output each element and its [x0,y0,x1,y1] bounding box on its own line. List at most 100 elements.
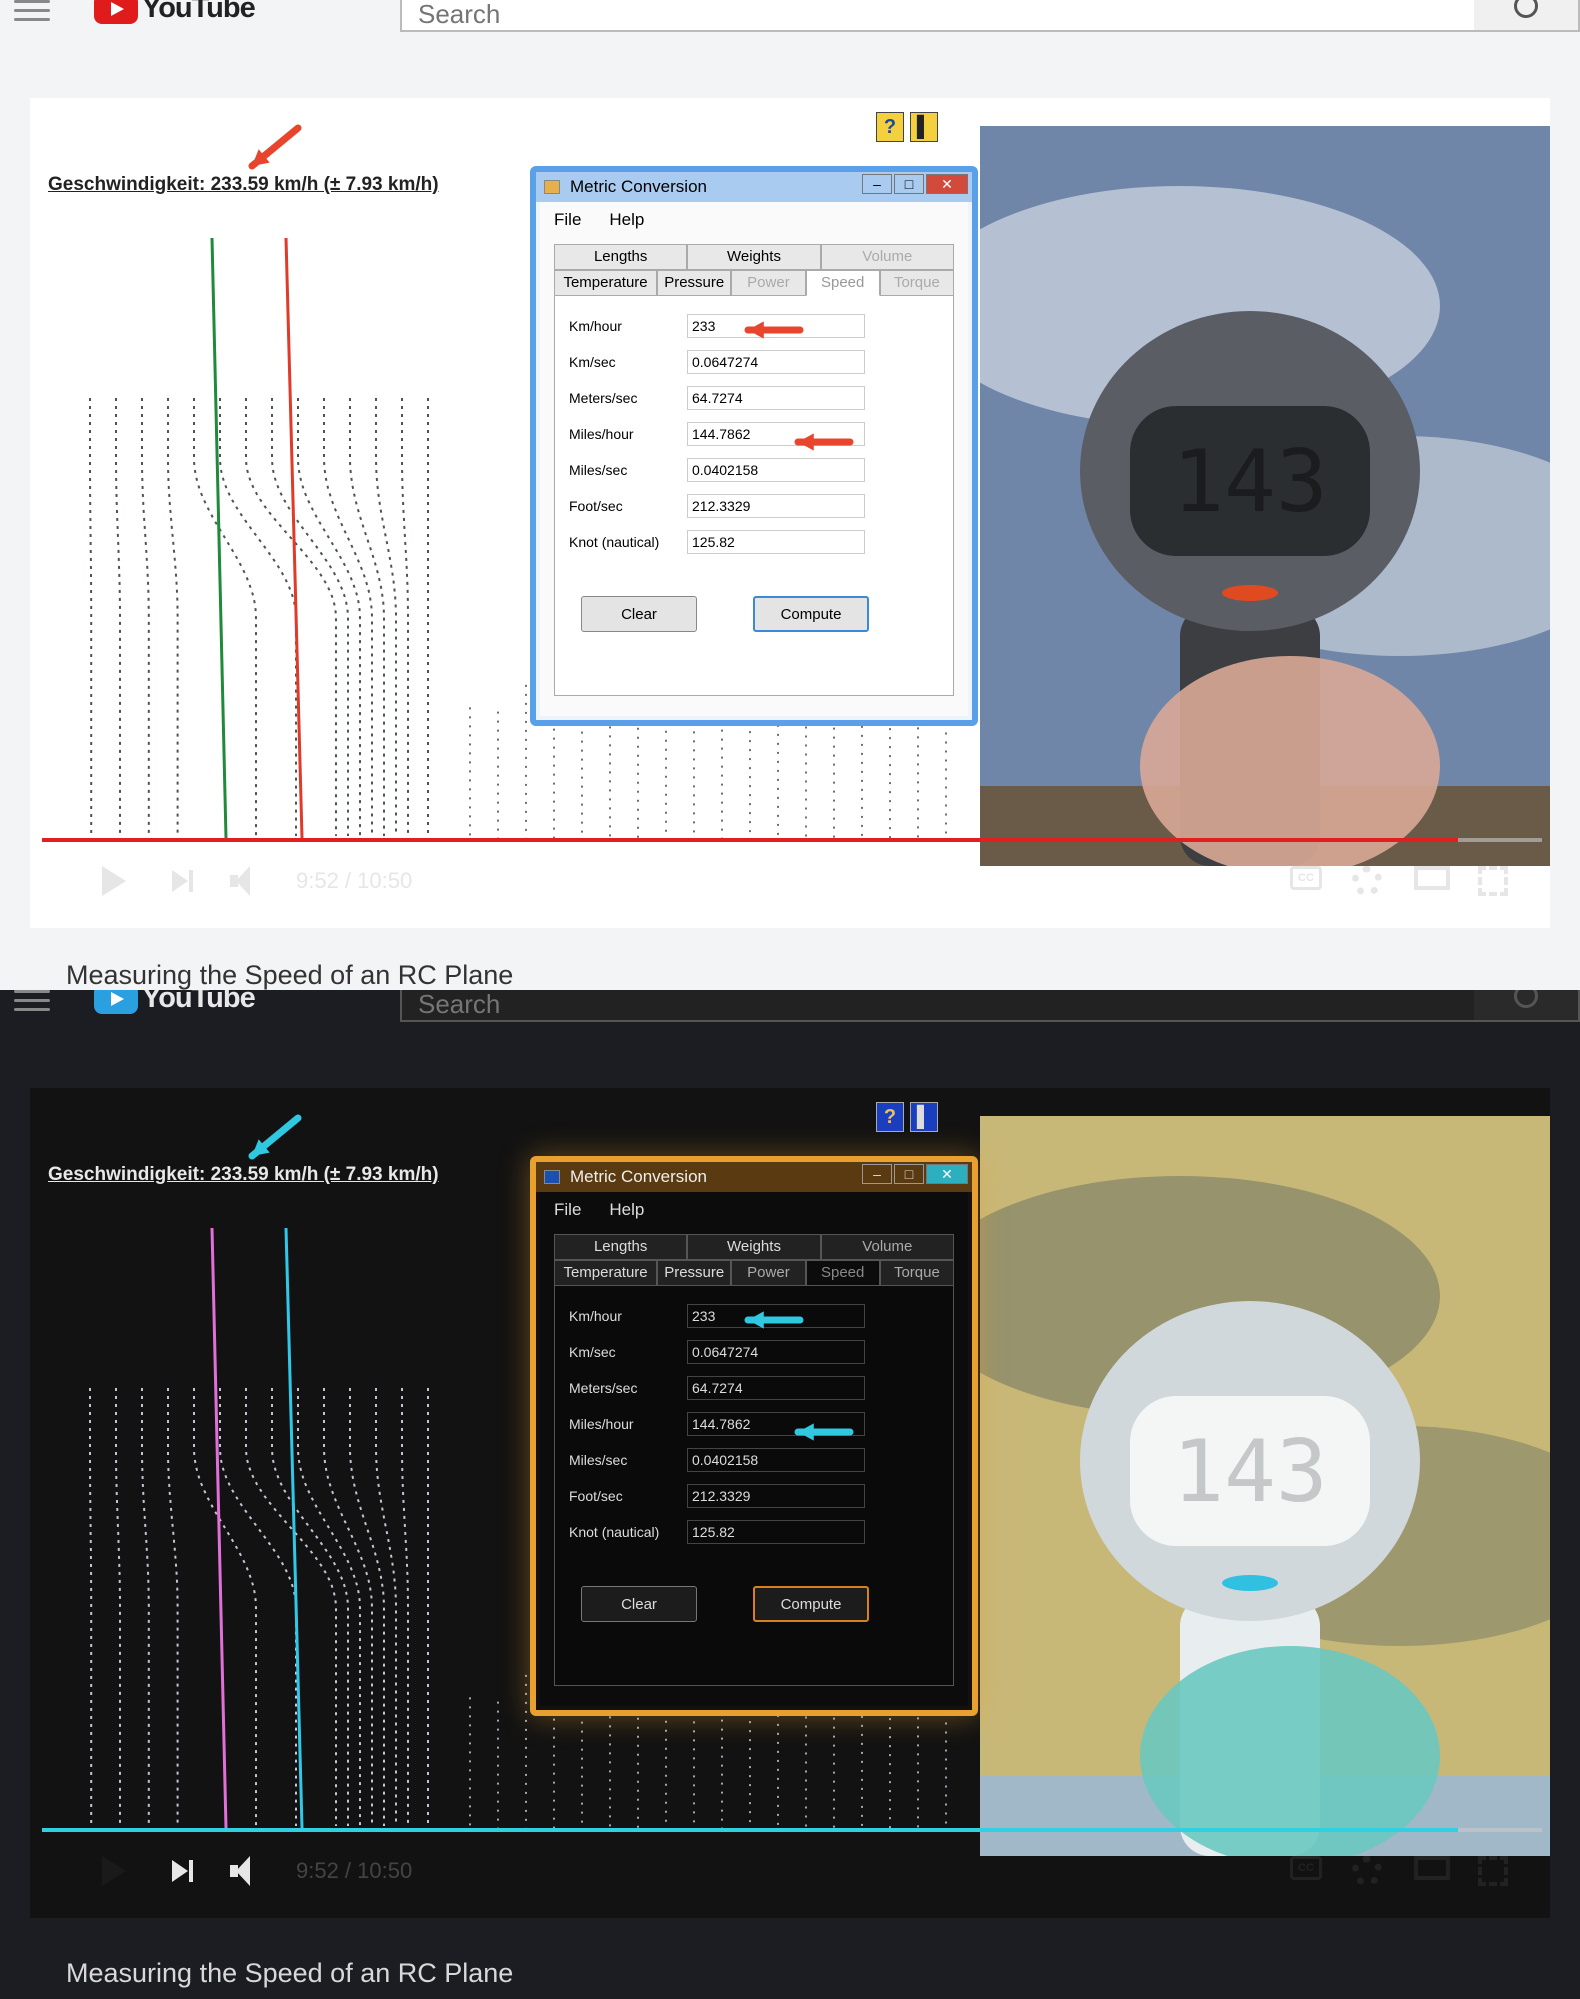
exit-button[interactable]: ▌ [910,1102,938,1132]
mph-input[interactable] [687,422,865,446]
menu-help[interactable]: Help [609,1200,644,1220]
volume-icon[interactable] [230,1856,264,1886]
player-controls: 9:52 / 10:50 CC [30,838,1550,928]
maximize-button[interactable]: □ [894,1164,924,1184]
close-button[interactable]: ✕ [926,1164,968,1184]
close-button[interactable]: ✕ [926,174,968,194]
tab-lengths[interactable]: Lengths [554,1234,688,1260]
next-icon[interactable] [172,1856,196,1886]
field-row-knot: Knot (nautical) [569,524,939,560]
next-icon[interactable] [172,866,196,896]
volume-icon[interactable] [230,866,264,896]
fps-input[interactable] [687,494,865,518]
youtube-play-logo-icon [94,990,138,1014]
kmh-input[interactable] [687,1304,865,1328]
tab-pressure[interactable]: Pressure [657,270,732,296]
theater-mode-icon[interactable] [1414,1856,1450,1880]
ms-input[interactable] [687,1376,865,1400]
dialog-titlebar[interactable]: Metric Conversion – □ ✕ [536,1162,972,1192]
progress-fill [42,1828,1458,1832]
wave-dot-line [271,398,349,836]
gear-icon[interactable] [1352,866,1382,896]
captions-icon[interactable]: CC [1290,1856,1322,1880]
minimize-button[interactable]: – [862,1164,892,1184]
wave-dot-line [219,1388,297,1826]
compute-button[interactable]: Compute [753,1586,869,1622]
tab-torque[interactable]: Torque [879,1260,954,1286]
tab-torque[interactable]: Torque [879,270,954,296]
hamburger-menu-icon[interactable] [14,0,50,24]
kmh-label: Km/hour [569,318,622,334]
mps-input[interactable] [687,1448,865,1472]
wave-dot-line [349,1388,385,1826]
video-player[interactable]: Geschwindigkeit: 233.59 km/h (± 7.93 km/… [30,98,1550,928]
kms-input[interactable] [687,1340,865,1364]
knot-input[interactable] [687,530,865,554]
search-button[interactable] [1474,0,1580,32]
search-box[interactable] [400,0,1476,32]
app-icon [544,1170,560,1184]
help-button[interactable]: ? [876,1102,904,1132]
tab-temperature[interactable]: Temperature [554,270,658,296]
theater-mode-icon[interactable] [1414,866,1450,890]
time-display: 9:52 / 10:50 [296,1858,413,1883]
minimize-button[interactable]: – [862,174,892,194]
tab-volume[interactable]: Volume [820,1234,954,1260]
hamburger-menu-icon[interactable] [14,990,50,1014]
player-controls: 9:52 / 10:50 CC [30,1828,1550,1918]
search-box[interactable] [400,990,1476,1022]
search-button[interactable] [1474,990,1580,1022]
play-icon[interactable] [102,866,126,896]
play-icon[interactable] [102,1856,126,1886]
mps-input[interactable] [687,458,865,482]
dialog-titlebar[interactable]: Metric Conversion – □ ✕ [536,172,972,202]
search-input[interactable] [402,990,1474,1020]
youtube-logo[interactable]: YouTube [94,0,256,25]
fullscreen-icon[interactable] [1478,1856,1508,1886]
tab-speed[interactable]: Speed [805,270,880,296]
knot-input[interactable] [687,1520,865,1544]
youtube-logo[interactable]: YouTube [94,990,256,1015]
fullscreen-icon[interactable] [1478,866,1508,896]
captions-icon[interactable]: CC [1290,866,1322,890]
search-input[interactable] [402,0,1474,30]
tab-volume[interactable]: Volume [820,244,954,270]
compute-button[interactable]: Compute [753,596,869,632]
gear-icon[interactable] [1352,1856,1382,1886]
app-icon [544,180,560,194]
tab-weights[interactable]: Weights [687,244,821,270]
screenshot-panel-inverted: YouTube Geschwindigkeit: 233.59 km/h (± … [0,990,1580,1999]
clear-button[interactable]: Clear [581,596,697,632]
video-player[interactable]: Geschwindigkeit: 233.59 km/h (± 7.93 km/… [30,1088,1550,1918]
tab-power[interactable]: Power [731,270,806,296]
tab-temperature[interactable]: Temperature [554,1260,658,1286]
tab-lengths[interactable]: Lengths [554,244,688,270]
menu-file[interactable]: File [554,210,581,230]
radar-gun-readout: 143 [1172,432,1327,532]
knot-label: Knot (nautical) [569,534,660,550]
menu-help[interactable]: Help [609,210,644,230]
clear-button[interactable]: Clear [581,1586,697,1622]
progress-bar[interactable] [42,1828,1542,1832]
wave-dot-line [271,1388,349,1826]
time-display: 9:52 / 10:50 [296,868,413,893]
ms-input[interactable] [687,386,865,410]
field-row-kms: Km/sec [569,1334,939,1370]
tab-power[interactable]: Power [731,1260,806,1286]
menu-file[interactable]: File [554,1200,581,1220]
tab-weights[interactable]: Weights [687,1234,821,1260]
fps-input[interactable] [687,1484,865,1508]
wave-dot-line [141,398,150,836]
help-button[interactable]: ? [876,112,904,142]
exit-button[interactable]: ▌ [910,112,938,142]
mph-input[interactable] [687,1412,865,1436]
youtube-logo-text: YouTube [142,990,256,1014]
kms-input[interactable] [687,350,865,374]
kmh-input[interactable] [687,314,865,338]
wave-dot-line [167,1388,179,1826]
tab-pressure[interactable]: Pressure [657,1260,732,1286]
maximize-button[interactable]: □ [894,174,924,194]
tab-speed[interactable]: Speed [805,1260,880,1286]
progress-bar[interactable] [42,838,1542,842]
radar-gun-photo: 143 [980,126,1550,866]
